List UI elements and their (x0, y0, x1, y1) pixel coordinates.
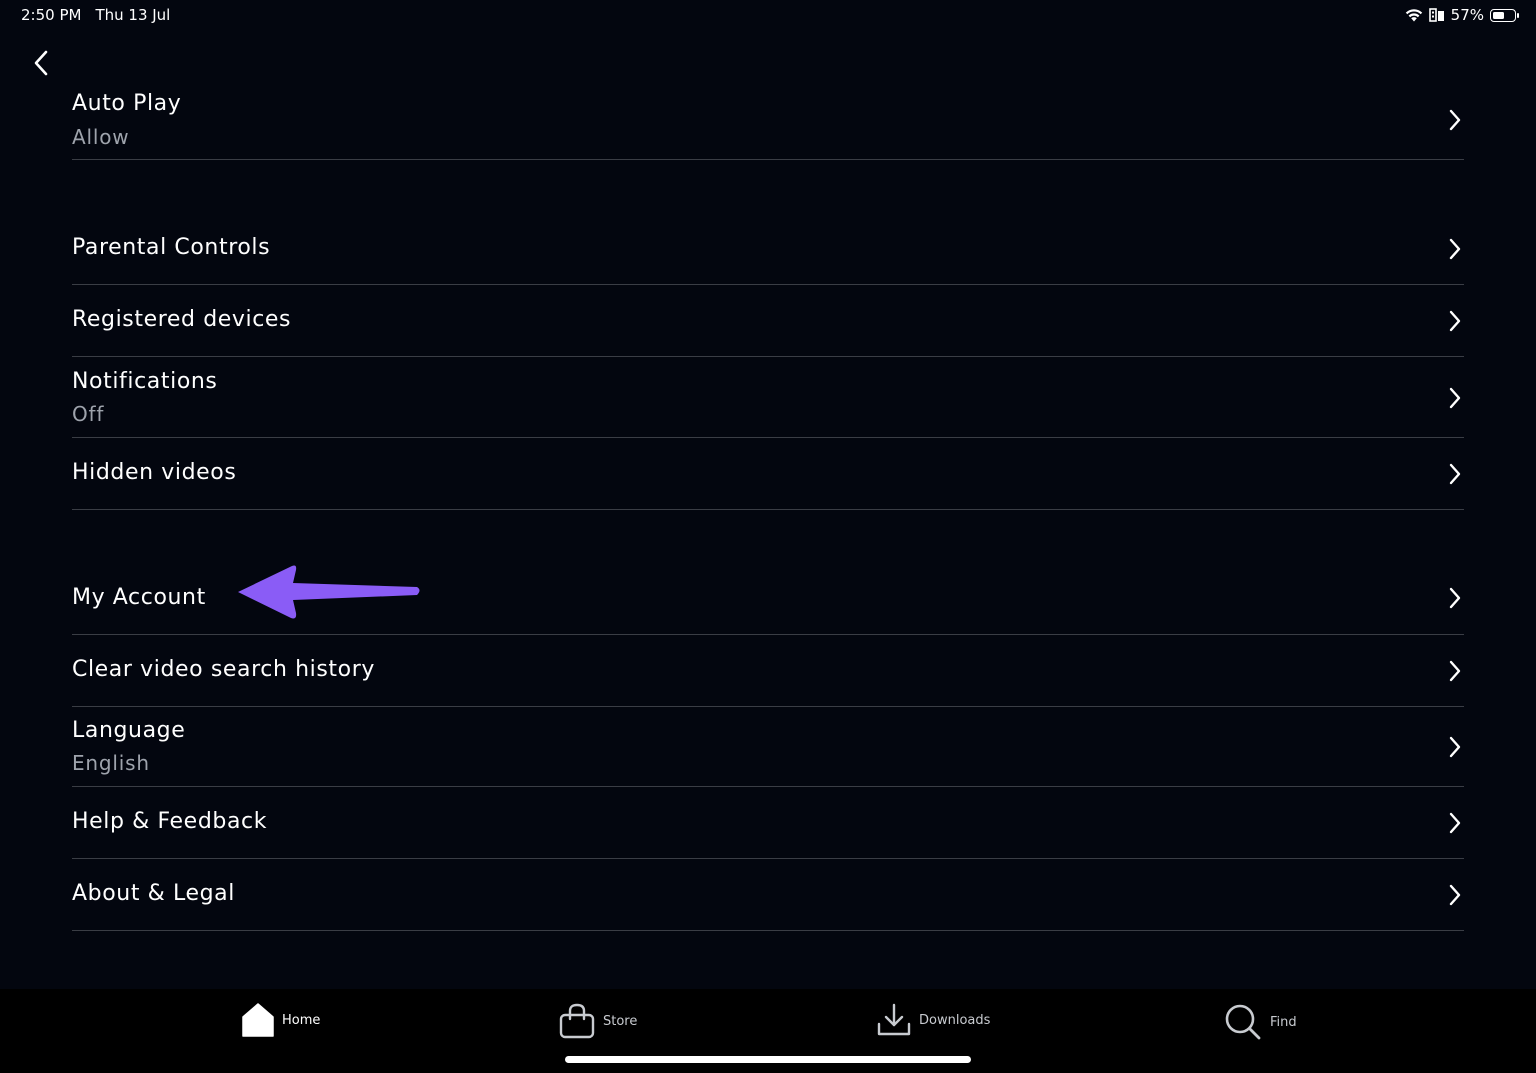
wifi-icon (1405, 9, 1422, 22)
row-title: Language (72, 718, 186, 743)
chevron-right-icon (1449, 812, 1461, 834)
settings-row-notifications[interactable]: Notifications Off (72, 357, 1464, 438)
settings-screen: 2:50 PM Thu 13 Jul 57% Auto Play Allow P… (0, 0, 1536, 1073)
chevron-left-icon (34, 50, 48, 76)
chevron-right-icon (1449, 387, 1461, 409)
row-title: Hidden videos (72, 460, 237, 485)
chevron-right-icon (1449, 238, 1461, 260)
row-title: Notifications (72, 369, 218, 394)
row-title: Parental Controls (72, 235, 271, 260)
download-icon (877, 1003, 911, 1036)
chevron-right-icon (1449, 109, 1461, 131)
shopping-bag-icon (559, 1003, 595, 1039)
search-icon (1225, 1004, 1261, 1040)
settings-row-parental-controls[interactable]: Parental Controls (72, 213, 1464, 285)
nav-label-home: Home (282, 1012, 321, 1028)
status-bar-clock: 2:50 PM Thu 13 Jul (21, 6, 184, 24)
nav-item-downloads[interactable]: Downloads (877, 1003, 990, 1037)
chevron-right-icon (1449, 736, 1461, 758)
status-date: Thu 13 Jul (95, 6, 171, 24)
chevron-right-icon (1449, 660, 1461, 682)
battery-level (1493, 11, 1504, 19)
settings-row-auto-play[interactable]: Auto Play Allow (72, 80, 1464, 160)
status-time: 2:50 PM (21, 6, 82, 24)
row-title: My Account (72, 585, 206, 610)
row-title: Auto Play (72, 91, 182, 116)
battery-percentage: 57% (1450, 6, 1484, 24)
row-value: English (72, 751, 150, 775)
row-title: About & Legal (72, 881, 235, 906)
row-title: Help & Feedback (72, 809, 268, 834)
settings-row-help-feedback[interactable]: Help & Feedback (72, 787, 1464, 859)
settings-row-hidden-videos[interactable]: Hidden videos (72, 438, 1464, 510)
home-icon (242, 1003, 274, 1037)
chevron-right-icon (1449, 587, 1461, 609)
back-button[interactable] (28, 46, 56, 80)
annotation-arrow-icon (238, 565, 420, 619)
chevron-right-icon (1449, 463, 1461, 485)
row-title: Clear video search history (72, 657, 375, 682)
vpn-icon (1428, 8, 1444, 22)
settings-row-about-legal[interactable]: About & Legal (72, 859, 1464, 931)
nav-item-find[interactable]: Find (1224, 1003, 1297, 1041)
row-value: Allow (72, 125, 130, 149)
battery-cap (1517, 12, 1519, 18)
home-indicator (565, 1056, 971, 1063)
nav-label-store: Store (603, 1013, 638, 1029)
status-bar-indicators: 57% (1405, 6, 1519, 24)
settings-row-registered-devices[interactable]: Registered devices (72, 285, 1464, 357)
row-title: Registered devices (72, 307, 292, 332)
chevron-right-icon (1449, 310, 1461, 332)
chevron-right-icon (1449, 884, 1461, 906)
settings-row-clear-search-history[interactable]: Clear video search history (72, 635, 1464, 707)
nav-label-downloads: Downloads (919, 1012, 991, 1028)
row-value: Off (72, 402, 105, 426)
nav-item-store[interactable]: Store (559, 1003, 637, 1039)
settings-row-language[interactable]: Language English (72, 707, 1464, 787)
battery-icon (1490, 8, 1519, 22)
nav-label-find: Find (1270, 1014, 1297, 1030)
nav-item-home[interactable]: Home (242, 1003, 320, 1037)
